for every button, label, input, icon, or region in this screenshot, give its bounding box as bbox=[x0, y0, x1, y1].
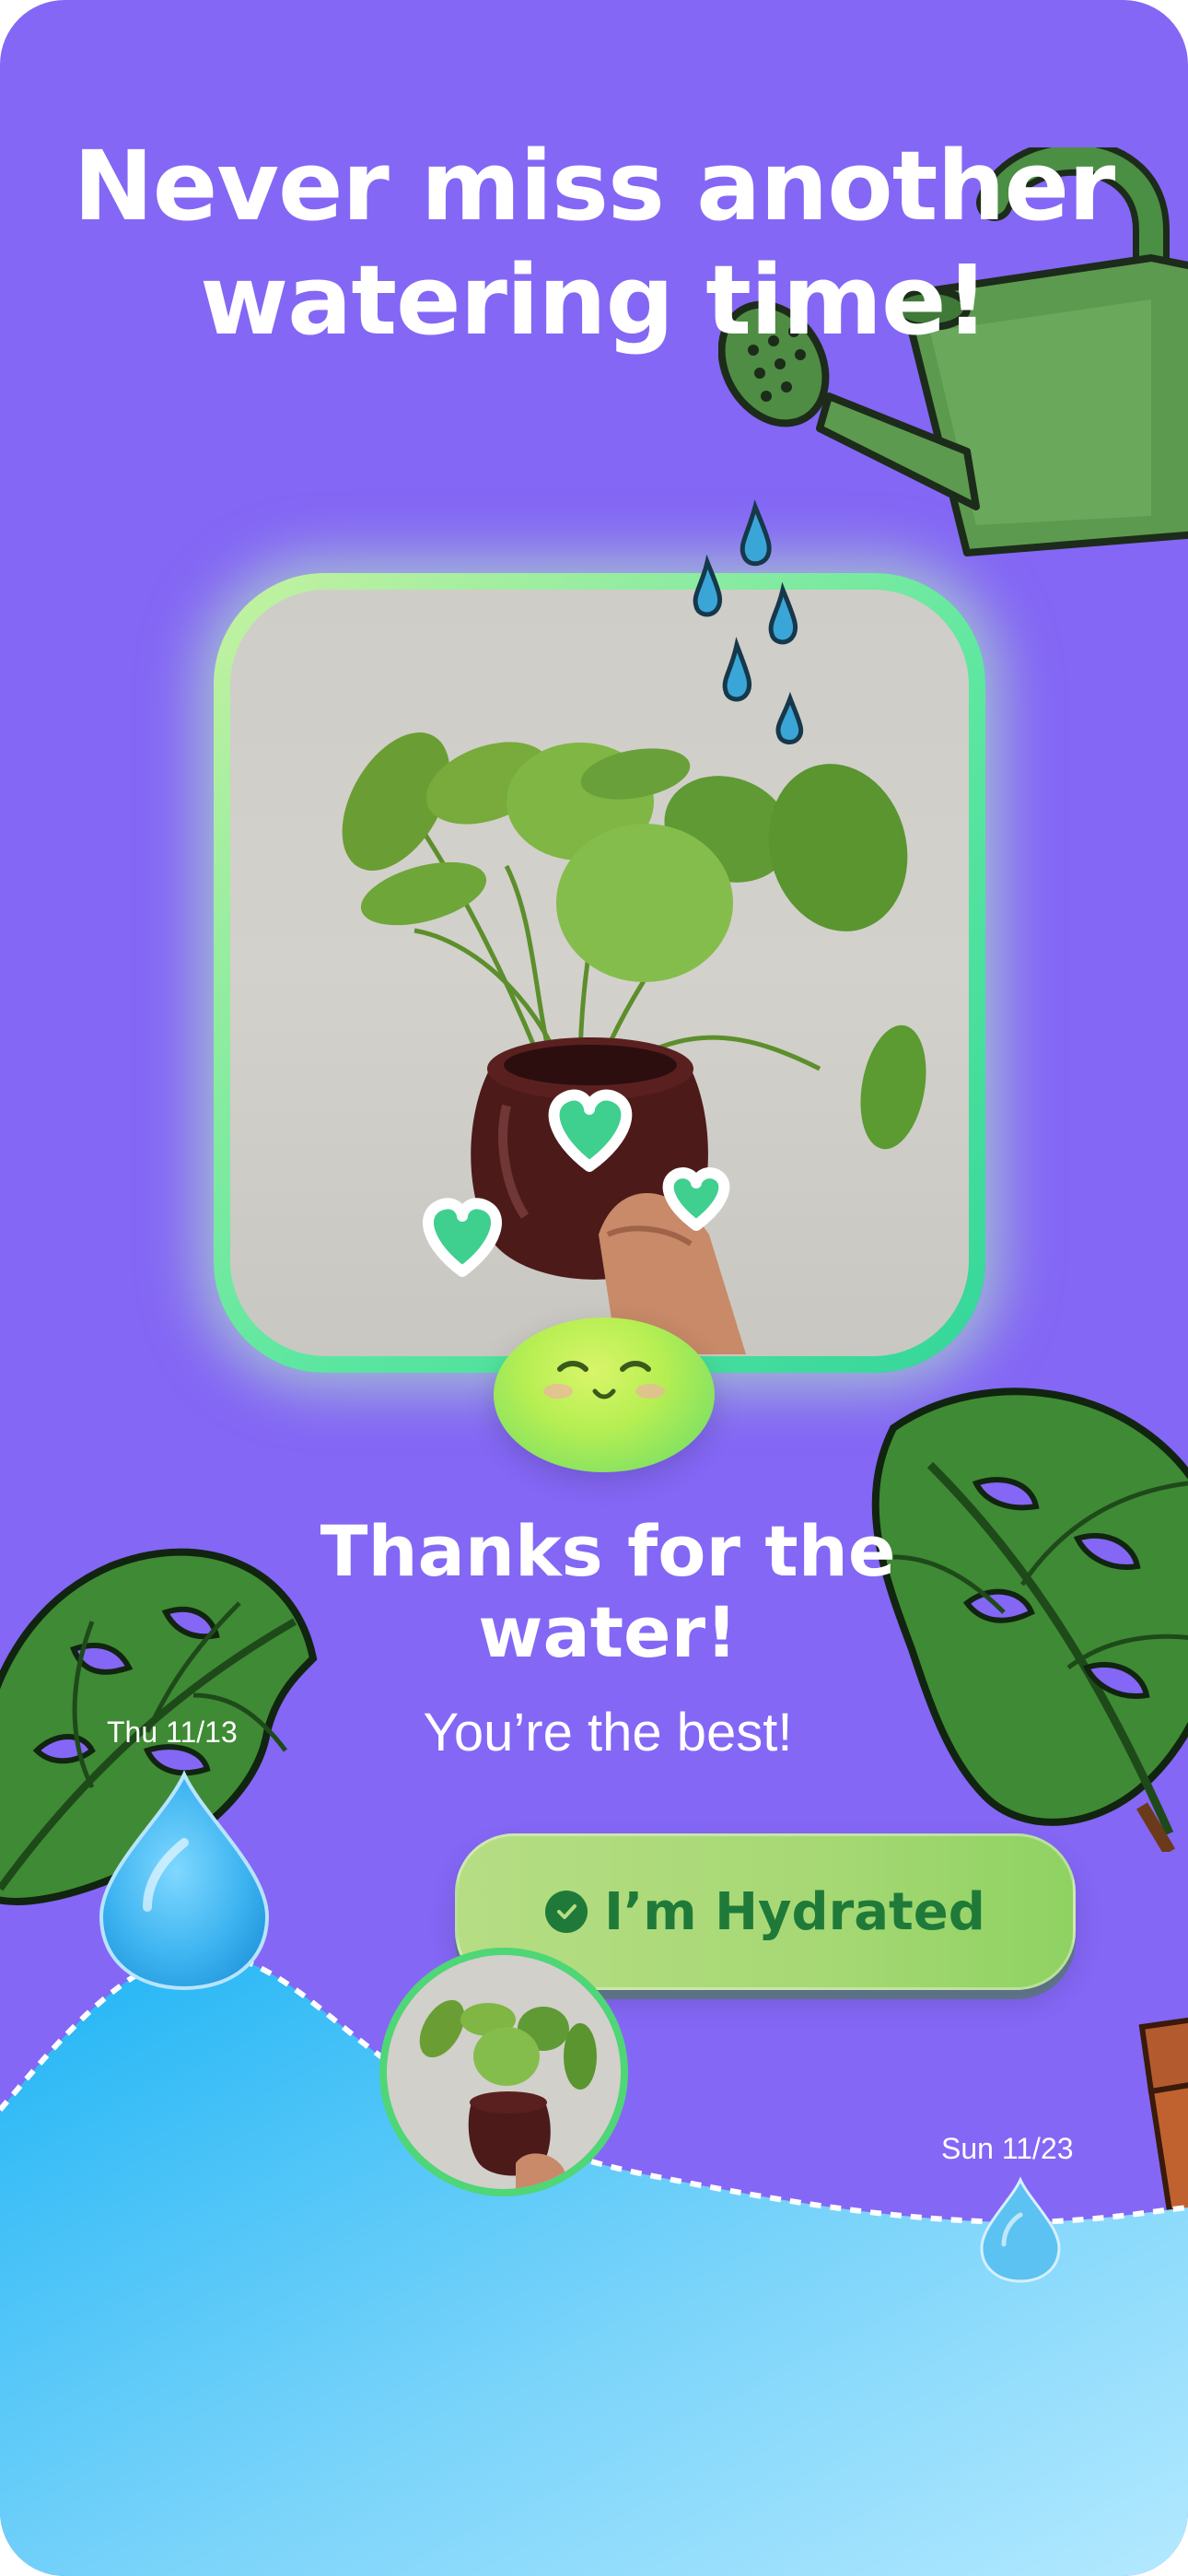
headline-line-1: Never miss another bbox=[73, 130, 1116, 242]
plant-thumbnail-photo bbox=[387, 1955, 621, 2189]
plant-thumbnail[interactable] bbox=[379, 1948, 628, 2196]
smiling-blob-mascot-icon bbox=[494, 1317, 715, 1472]
heart-icon bbox=[423, 1089, 730, 1277]
checkmark-circle-icon bbox=[545, 1891, 588, 1933]
water-drop-marker-icon bbox=[976, 2176, 1065, 2285]
water-drops-icon bbox=[681, 498, 829, 774]
thanks-title-line-2: water! bbox=[478, 1591, 738, 1673]
headline-line-2: watering time! bbox=[200, 244, 989, 357]
im-hydrated-label: I’m Hydrated bbox=[604, 1881, 985, 1942]
timeline-end-date: Sun 11/23 bbox=[941, 2132, 1074, 2165]
thanks-title: Thanks for the water! bbox=[239, 1511, 976, 1673]
thanks-subtitle: You’re the best! bbox=[423, 1703, 793, 1762]
onboarding-screen: Never miss another watering time! Thanks… bbox=[0, 0, 1188, 2576]
thanks-title-line-1: Thanks for the bbox=[320, 1510, 896, 1592]
water-drop-marker-icon bbox=[92, 1769, 276, 1994]
timeline-start-date: Thu 11/13 bbox=[107, 1715, 238, 1749]
headline: Never miss another watering time! bbox=[55, 129, 1133, 357]
